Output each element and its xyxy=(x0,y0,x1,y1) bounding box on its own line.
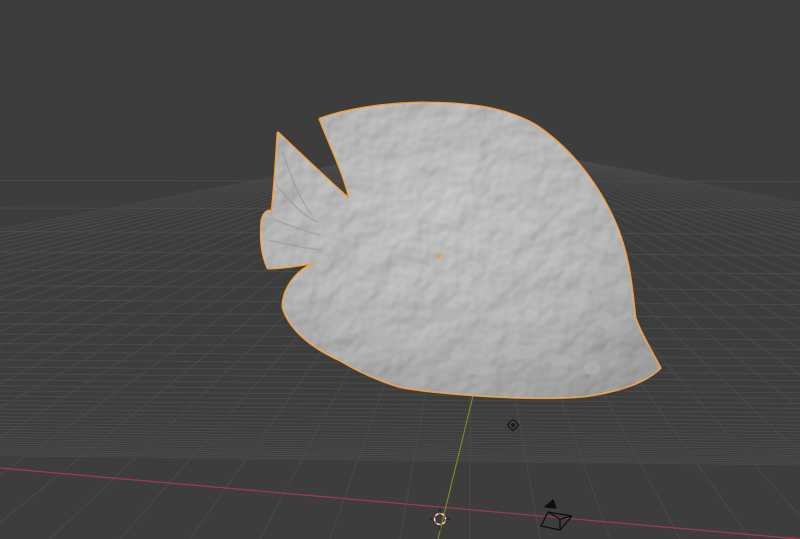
grid-line xyxy=(0,416,800,426)
x-axis-line xyxy=(0,467,800,539)
grid-line xyxy=(0,400,800,409)
3d-cursor-icon[interactable] xyxy=(429,508,451,530)
grid-line xyxy=(0,412,800,422)
viewport-canvas[interactable] xyxy=(0,0,800,539)
3d-viewport[interactable] xyxy=(0,0,800,539)
grid-line xyxy=(0,404,800,414)
camera-icon[interactable] xyxy=(540,499,573,531)
light-icon[interactable] xyxy=(506,418,520,432)
fish-mesh[interactable] xyxy=(259,101,662,400)
grid-line xyxy=(0,408,800,418)
